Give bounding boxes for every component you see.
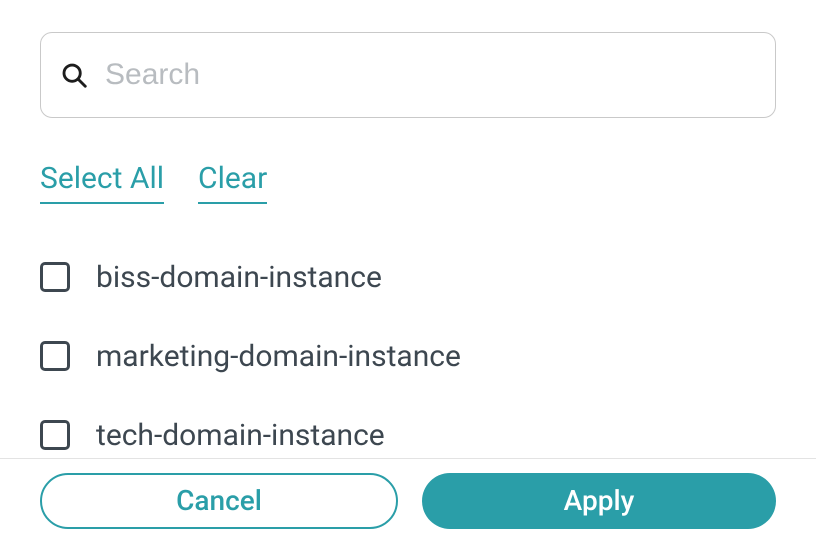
panel-footer: Cancel Apply	[0, 458, 816, 558]
checkbox[interactable]	[40, 420, 70, 450]
filter-dropdown-panel: Select All Clear biss-domain-instance ma…	[0, 0, 816, 558]
cancel-button[interactable]: Cancel	[40, 473, 398, 529]
select-all-link[interactable]: Select All	[40, 160, 164, 204]
checkbox[interactable]	[40, 341, 70, 371]
list-item[interactable]: tech-domain-instance	[40, 418, 776, 453]
search-input[interactable]	[103, 57, 757, 93]
option-label: marketing-domain-instance	[96, 339, 461, 374]
list-item[interactable]: marketing-domain-instance	[40, 339, 776, 374]
bulk-actions-row: Select All Clear	[40, 160, 776, 204]
checkbox[interactable]	[40, 262, 70, 292]
apply-button[interactable]: Apply	[422, 473, 776, 529]
clear-link[interactable]: Clear	[198, 160, 267, 204]
option-label: biss-domain-instance	[96, 260, 382, 295]
list-item[interactable]: biss-domain-instance	[40, 260, 776, 295]
option-label: tech-domain-instance	[96, 418, 385, 453]
search-icon	[59, 60, 89, 90]
search-box[interactable]	[40, 32, 776, 118]
panel-content: Select All Clear biss-domain-instance ma…	[0, 0, 816, 453]
options-list: biss-domain-instance marketing-domain-in…	[40, 260, 776, 453]
